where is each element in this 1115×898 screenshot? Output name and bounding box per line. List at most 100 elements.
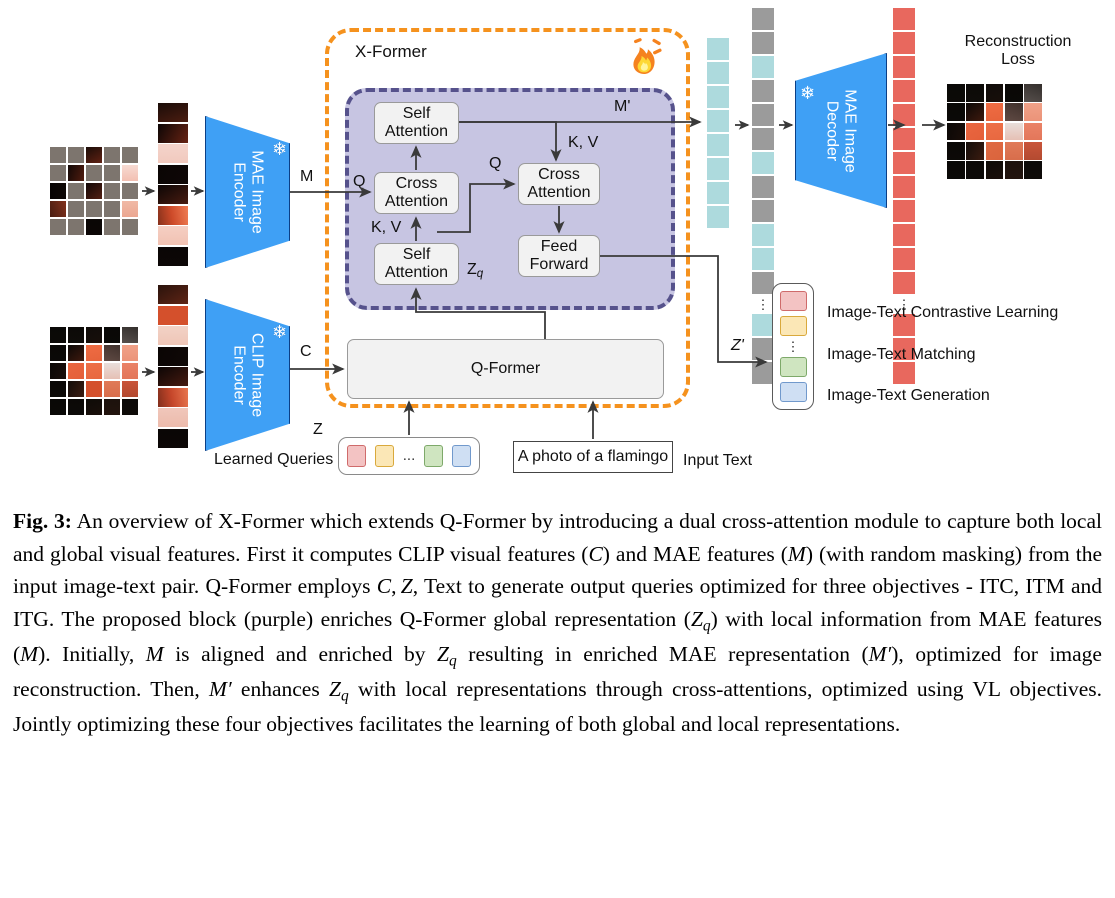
token-cell xyxy=(893,56,915,78)
edge-label-Z: Z xyxy=(313,421,323,438)
patch xyxy=(158,205,188,225)
patch xyxy=(158,408,188,427)
objective-chip-itc[interactable] xyxy=(779,291,807,311)
image-patch xyxy=(1004,161,1023,179)
token-cell xyxy=(707,158,729,180)
image-patch xyxy=(121,164,138,182)
image-patch xyxy=(1004,84,1023,102)
token-cell xyxy=(893,80,915,102)
image-patch xyxy=(121,380,138,398)
patch xyxy=(158,185,188,204)
token-cell xyxy=(752,314,774,336)
image-patch xyxy=(1024,103,1042,122)
image-patch xyxy=(947,161,965,179)
query-chip-itc[interactable] xyxy=(347,445,366,467)
token-cell xyxy=(707,206,729,228)
red-token-column: ⋮ xyxy=(893,8,915,384)
image-patch xyxy=(103,380,121,398)
image-patch xyxy=(67,327,85,344)
cross-attention-left-block[interactable]: Cross Attention xyxy=(374,172,459,214)
image-patch xyxy=(50,147,67,164)
self-attention-bottom-block[interactable]: Self Attention xyxy=(374,243,459,285)
edge-label-Q-left: Q xyxy=(353,173,366,190)
image-patch xyxy=(947,103,965,122)
input-text-value: A photo of a flamingo xyxy=(517,448,669,465)
image-patch xyxy=(947,84,965,102)
mae-image-decoder[interactable]: MAE Image Decoder xyxy=(795,53,887,208)
query-chip-extra[interactable] xyxy=(452,445,472,467)
image-patch xyxy=(85,164,103,182)
token-cell xyxy=(707,182,729,204)
token-cell xyxy=(707,110,729,132)
image-patch xyxy=(966,103,985,122)
image-patch xyxy=(985,141,1004,160)
token-cell xyxy=(752,200,774,222)
image-patch xyxy=(966,84,985,102)
patch xyxy=(158,326,188,345)
image-patch xyxy=(50,362,67,380)
image-patch xyxy=(121,200,138,218)
image-patch xyxy=(67,164,85,182)
image-patch xyxy=(966,122,985,141)
cross-attention-left-line1: Cross xyxy=(395,175,438,193)
image-patch xyxy=(985,161,1004,179)
image-patch xyxy=(966,161,985,179)
image-patch xyxy=(1024,84,1042,102)
image-patch xyxy=(85,200,103,218)
learned-queries-capsule[interactable]: ... xyxy=(338,437,480,475)
patch xyxy=(158,123,188,143)
edge-label-KV-left: K, V xyxy=(371,219,402,236)
input-text-label: Input Text xyxy=(683,452,753,469)
edge-label-M: M xyxy=(300,168,314,185)
image-patch xyxy=(121,218,138,235)
token-cell xyxy=(707,38,729,60)
patch xyxy=(158,144,188,163)
objective-chip-itg[interactable] xyxy=(779,357,807,377)
reconstruction-loss-line2: Loss xyxy=(1001,51,1035,69)
image-patch xyxy=(1004,103,1023,122)
snowflake-icon: ❄ xyxy=(272,139,288,159)
feed-forward-block[interactable]: Feed Forward xyxy=(518,235,600,277)
mae-patch-strip xyxy=(158,103,188,281)
image-patch xyxy=(85,327,103,344)
image-patch xyxy=(67,200,85,218)
token-cell xyxy=(752,362,774,384)
image-patch xyxy=(103,200,121,218)
patch xyxy=(158,103,188,122)
patch xyxy=(158,428,188,448)
query-chip-itg[interactable] xyxy=(424,445,444,467)
mae-encoder-line1: MAE Image xyxy=(248,150,266,234)
token-cell xyxy=(893,32,915,54)
image-patch xyxy=(1024,141,1042,160)
qformer-label: Q-Former xyxy=(470,360,541,378)
image-patch xyxy=(85,362,103,380)
figure-caption: Fig. 3: An overview of X-Former which ex… xyxy=(13,505,1102,740)
objective-label-itm: Image-Text Matching xyxy=(827,346,976,363)
qformer-block[interactable]: Q-Former xyxy=(347,339,664,399)
query-chip-itm[interactable] xyxy=(374,445,394,467)
self-attention-top-block[interactable]: Self Attention xyxy=(374,102,459,144)
token-cell xyxy=(752,8,774,30)
image-patch xyxy=(103,147,121,164)
image-patch xyxy=(67,398,85,415)
patch xyxy=(158,246,188,266)
self-attention-bottom-line2: Attention xyxy=(384,264,449,281)
edge-label-Z-prime: Z' xyxy=(731,337,744,354)
cross-attention-right-block[interactable]: Cross Attention xyxy=(518,163,600,205)
objectives-capsule[interactable]: ⋮ xyxy=(772,283,814,410)
image-patch xyxy=(1024,161,1042,179)
token-cell xyxy=(893,200,915,222)
input-text-box[interactable]: A photo of a flamingo xyxy=(513,441,673,473)
edge-label-C: C xyxy=(300,343,312,360)
image-patch xyxy=(50,218,67,235)
patch xyxy=(158,226,188,245)
token-column-ellipsis: ⋮ xyxy=(756,296,770,312)
image-patch xyxy=(103,164,121,182)
mae-encoder-line2: Encoder xyxy=(230,162,248,222)
mae-decoder-label: MAE Image Decoder xyxy=(823,89,859,173)
objective-chip-itm[interactable] xyxy=(779,316,807,336)
token-cell xyxy=(752,152,774,174)
objective-chip-extra[interactable] xyxy=(779,382,807,402)
learned-queries-label: Learned Queries xyxy=(214,451,334,468)
image-patch xyxy=(121,147,138,164)
